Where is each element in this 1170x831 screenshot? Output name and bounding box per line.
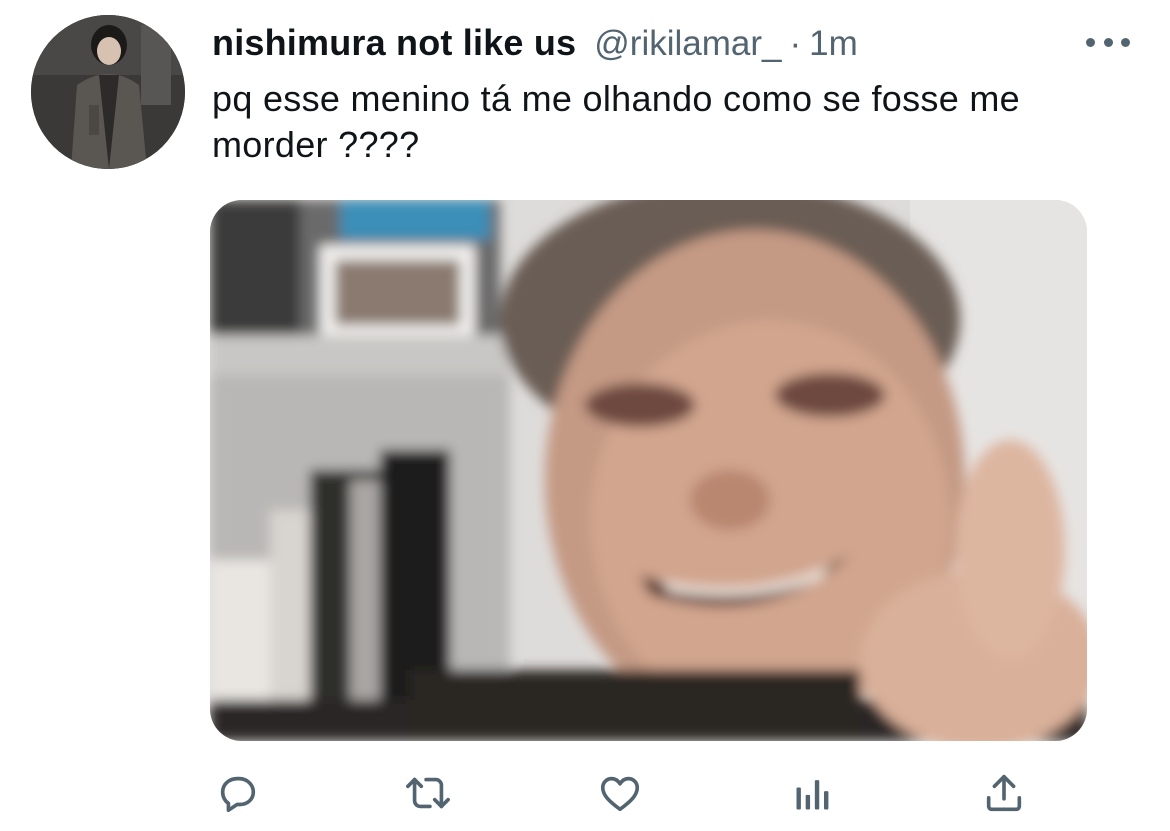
more-dot bbox=[1121, 37, 1130, 47]
retweet-icon[interactable] bbox=[400, 765, 456, 821]
avatar-image bbox=[31, 15, 185, 169]
tweet-actions bbox=[0, 765, 1170, 821]
tweet-text: pq esse menino tá me olhando como se fos… bbox=[212, 78, 1020, 165]
analytics-icon[interactable] bbox=[785, 765, 841, 821]
timestamp[interactable]: 1m bbox=[809, 24, 858, 64]
separator-dot: · bbox=[789, 24, 802, 63]
more-dot bbox=[1103, 37, 1113, 47]
photo-image bbox=[210, 200, 1087, 741]
tweet-header: nishimura not like us @rikilamar_ · 1m bbox=[212, 22, 858, 68]
tweet-media-photo[interactable] bbox=[210, 200, 1087, 741]
share-icon[interactable] bbox=[976, 765, 1032, 821]
tweet: nishimura not like us @rikilamar_ · 1m p… bbox=[0, 0, 1170, 831]
more-dot bbox=[1086, 37, 1095, 47]
display-name[interactable]: nishimura not like us bbox=[212, 22, 576, 64]
user-handle[interactable]: @rikilamar_ bbox=[594, 24, 781, 64]
reply-icon[interactable] bbox=[210, 765, 266, 821]
heart-icon[interactable] bbox=[592, 765, 648, 821]
avatar[interactable] bbox=[31, 15, 185, 169]
more-horizontal-icon[interactable] bbox=[1086, 30, 1130, 54]
